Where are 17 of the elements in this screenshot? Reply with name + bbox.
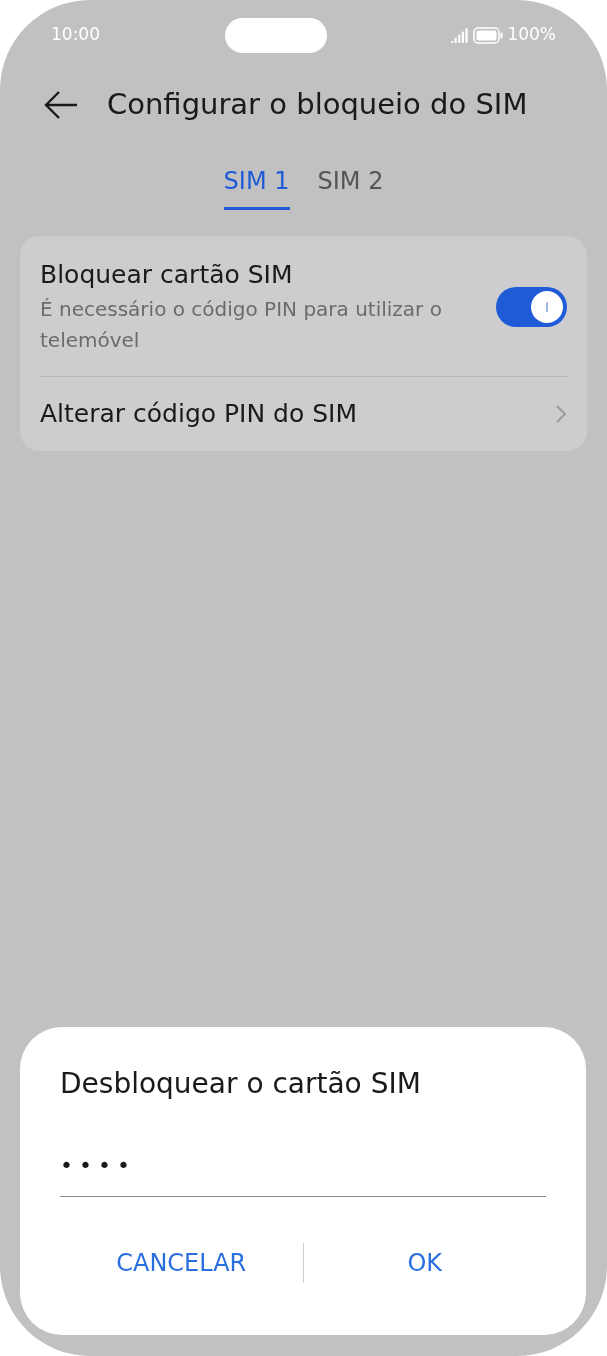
settings-row[interactable]: Alterar código PIN do SIM xyxy=(40,376,567,451)
dialog-button[interactable]: CANCELAR xyxy=(60,1239,303,1287)
toggle-switch[interactable] xyxy=(496,287,567,327)
status-time: 10:00 xyxy=(51,23,100,47)
chevron-right-icon xyxy=(555,404,567,424)
page-title: Configurar o bloqueio do SIM xyxy=(107,86,528,124)
battery-icon xyxy=(473,26,504,44)
dialog-title: Desbloquear o cartão SIM xyxy=(60,1066,422,1102)
dialog-button[interactable]: OK xyxy=(303,1239,546,1287)
setting-description: É necessário o código PIN para utilizar o telemóvel xyxy=(40,296,443,354)
signal-icon xyxy=(451,27,470,43)
back-arrow-icon[interactable] xyxy=(43,89,79,121)
setting-title: Bloquear cartão SIM xyxy=(40,259,294,291)
sim-tab[interactable]: SIM 2 xyxy=(317,163,384,210)
sim-tab[interactable]: SIM 1 xyxy=(223,163,290,210)
battery-percentage: 100% xyxy=(507,23,556,47)
pin-field[interactable]: •••• xyxy=(60,1135,546,1197)
